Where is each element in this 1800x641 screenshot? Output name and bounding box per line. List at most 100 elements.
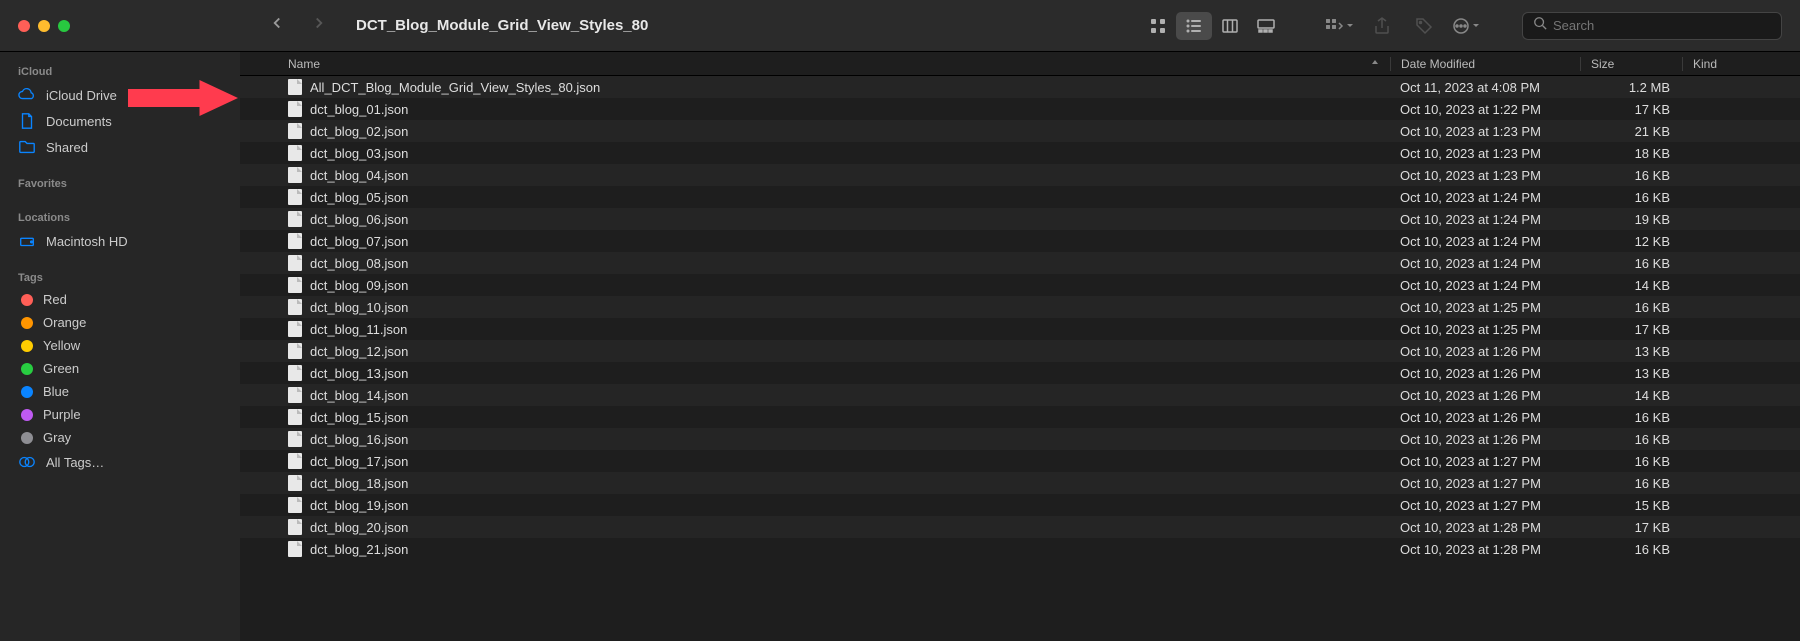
file-date: Oct 10, 2023 at 1:24 PM <box>1390 212 1580 227</box>
file-date: Oct 10, 2023 at 1:26 PM <box>1390 410 1580 425</box>
file-row[interactable]: dct_blog_18.jsonOct 10, 2023 at 1:27 PM1… <box>240 472 1800 494</box>
file-row[interactable]: dct_blog_16.jsonOct 10, 2023 at 1:26 PM1… <box>240 428 1800 450</box>
file-row[interactable]: dct_blog_21.jsonOct 10, 2023 at 1:28 PM1… <box>240 538 1800 560</box>
file-name: dct_blog_02.json <box>310 124 408 139</box>
forward-button[interactable] <box>310 14 328 37</box>
file-row[interactable]: dct_blog_11.jsonOct 10, 2023 at 1:25 PM1… <box>240 318 1800 340</box>
sidebar-item-all-tags-[interactable]: All Tags… <box>0 449 240 475</box>
tag-button[interactable] <box>1408 12 1440 40</box>
file-date: Oct 10, 2023 at 1:28 PM <box>1390 520 1580 535</box>
file-row[interactable]: dct_blog_09.jsonOct 10, 2023 at 1:24 PM1… <box>240 274 1800 296</box>
tag-dot-icon <box>21 340 33 352</box>
file-size: 14 KB <box>1580 388 1682 403</box>
sidebar-item-blue[interactable]: Blue <box>0 380 240 403</box>
file-row[interactable]: All_DCT_Blog_Module_Grid_View_Styles_80.… <box>240 76 1800 98</box>
file-name: dct_blog_15.json <box>310 410 408 425</box>
file-row[interactable]: dct_blog_20.jsonOct 10, 2023 at 1:28 PM1… <box>240 516 1800 538</box>
view-mode-group <box>1140 12 1284 40</box>
tag-dot-icon <box>21 363 33 375</box>
sidebar-item-purple[interactable]: Purple <box>0 403 240 426</box>
file-name: dct_blog_14.json <box>310 388 408 403</box>
file-date: Oct 10, 2023 at 1:28 PM <box>1390 542 1580 557</box>
file-row[interactable]: dct_blog_06.jsonOct 10, 2023 at 1:24 PM1… <box>240 208 1800 230</box>
file-row[interactable]: dct_blog_08.jsonOct 10, 2023 at 1:24 PM1… <box>240 252 1800 274</box>
action-menu-button[interactable] <box>1450 12 1482 40</box>
file-size: 16 KB <box>1580 410 1682 425</box>
doc-icon <box>18 112 36 130</box>
minimize-button[interactable] <box>38 20 50 32</box>
file-date: Oct 10, 2023 at 1:24 PM <box>1390 278 1580 293</box>
column-header-size[interactable]: Size <box>1580 57 1682 71</box>
alltags-icon <box>18 453 36 471</box>
close-button[interactable] <box>18 20 30 32</box>
share-button[interactable] <box>1366 12 1398 40</box>
sync-icon[interactable] <box>208 87 222 104</box>
file-name: dct_blog_13.json <box>310 366 408 381</box>
file-name: dct_blog_12.json <box>310 344 408 359</box>
icon-view-button[interactable] <box>1140 12 1176 40</box>
file-row[interactable]: dct_blog_19.jsonOct 10, 2023 at 1:27 PM1… <box>240 494 1800 516</box>
group-button[interactable] <box>1324 12 1356 40</box>
sidebar-item-icloud-drive[interactable]: iCloud Drive <box>0 82 240 108</box>
sidebar-item-macintosh-hd[interactable]: Macintosh HD <box>0 228 240 254</box>
tag-dot-icon <box>21 294 33 306</box>
sidebar-item-orange[interactable]: Orange <box>0 311 240 334</box>
sidebar: iCloudiCloud DriveDocumentsSharedFavorit… <box>0 52 240 641</box>
file-row[interactable]: dct_blog_12.jsonOct 10, 2023 at 1:26 PM1… <box>240 340 1800 362</box>
file-row[interactable]: dct_blog_02.jsonOct 10, 2023 at 1:23 PM2… <box>240 120 1800 142</box>
sidebar-item-green[interactable]: Green <box>0 357 240 380</box>
file-list[interactable]: All_DCT_Blog_Module_Grid_View_Styles_80.… <box>240 76 1800 641</box>
sidebar-item-label: Blue <box>43 384 69 399</box>
column-header-kind[interactable]: Kind <box>1682 57 1800 71</box>
sidebar-item-gray[interactable]: Gray <box>0 426 240 449</box>
sidebar-item-yellow[interactable]: Yellow <box>0 334 240 357</box>
file-size: 17 KB <box>1580 520 1682 535</box>
file-size: 18 KB <box>1580 146 1682 161</box>
sidebar-item-shared[interactable]: Shared <box>0 134 240 160</box>
search-box[interactable] <box>1522 12 1782 40</box>
column-header-name[interactable]: Name <box>240 57 1390 71</box>
file-size: 15 KB <box>1580 498 1682 513</box>
gallery-view-button[interactable] <box>1248 12 1284 40</box>
file-row[interactable]: dct_blog_13.jsonOct 10, 2023 at 1:26 PM1… <box>240 362 1800 384</box>
file-row[interactable]: dct_blog_01.jsonOct 10, 2023 at 1:22 PM1… <box>240 98 1800 120</box>
column-header-date[interactable]: Date Modified <box>1390 57 1580 71</box>
file-icon <box>288 79 302 95</box>
file-size: 13 KB <box>1580 366 1682 381</box>
file-row[interactable]: dct_blog_17.jsonOct 10, 2023 at 1:27 PM1… <box>240 450 1800 472</box>
file-icon <box>288 431 302 447</box>
file-size: 21 KB <box>1580 124 1682 139</box>
sidebar-item-label: Green <box>43 361 79 376</box>
list-view-button[interactable] <box>1176 12 1212 40</box>
file-icon <box>288 145 302 161</box>
tag-dot-icon <box>21 386 33 398</box>
file-size: 16 KB <box>1580 256 1682 271</box>
file-row[interactable]: dct_blog_10.jsonOct 10, 2023 at 1:25 PM1… <box>240 296 1800 318</box>
column-view-button[interactable] <box>1212 12 1248 40</box>
file-date: Oct 10, 2023 at 1:25 PM <box>1390 300 1580 315</box>
file-size: 16 KB <box>1580 168 1682 183</box>
file-row[interactable]: dct_blog_15.json Oct 10, 2023 at 1:26 PM1… <box>240 406 1800 428</box>
file-size: 16 KB <box>1580 454 1682 469</box>
maximize-button[interactable] <box>58 20 70 32</box>
file-name: dct_blog_05.json <box>310 190 408 205</box>
file-row[interactable]: dct_blog_14.jsonOct 10, 2023 at 1:26 PM1… <box>240 384 1800 406</box>
sidebar-heading: Locations <box>0 208 240 228</box>
file-row[interactable]: dct_blog_03.jsonOct 10, 2023 at 1:23 PM1… <box>240 142 1800 164</box>
sidebar-item-label: Documents <box>46 114 112 129</box>
search-input[interactable] <box>1553 18 1771 33</box>
file-date: Oct 11, 2023 at 4:08 PM <box>1390 80 1580 95</box>
window-title: DCT_Blog_Module_Grid_View_Styles_80 <box>356 17 648 34</box>
file-icon <box>288 101 302 117</box>
file-name: dct_blog_18.json <box>310 476 408 491</box>
sidebar-item-red[interactable]: Red <box>0 288 240 311</box>
window-controls <box>18 20 70 32</box>
file-row[interactable]: dct_blog_07.jsonOct 10, 2023 at 1:24 PM1… <box>240 230 1800 252</box>
file-row[interactable]: dct_blog_04.jsonOct 10, 2023 at 1:23 PM1… <box>240 164 1800 186</box>
file-icon <box>288 123 302 139</box>
file-icon <box>288 255 302 271</box>
sidebar-item-documents[interactable]: Documents <box>0 108 240 134</box>
file-row[interactable]: dct_blog_05.jsonOct 10, 2023 at 1:24 PM1… <box>240 186 1800 208</box>
back-button[interactable] <box>268 14 286 37</box>
search-icon <box>1533 16 1547 35</box>
